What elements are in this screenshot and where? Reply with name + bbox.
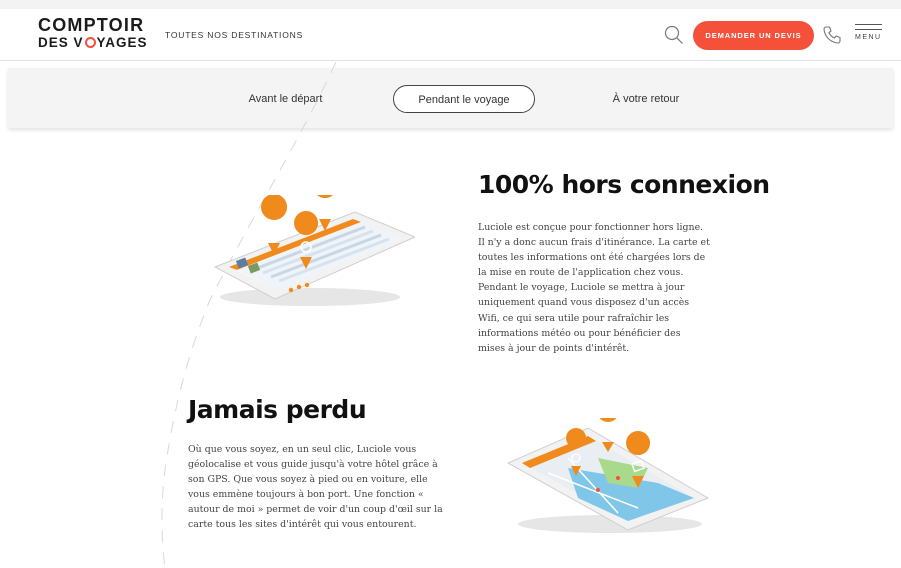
offline-app-phone-illustration xyxy=(213,195,415,306)
site-header: COMPTOIR DES V YAGES TOUTES NOS DESTINATI… xyxy=(0,9,901,61)
search-icon[interactable] xyxy=(663,24,685,46)
travel-phase-tabs: Avant le départ Pendant le voyage À votr… xyxy=(8,68,893,128)
tab-a-votre-retour[interactable]: À votre retour xyxy=(591,85,701,113)
browser-top-strip xyxy=(0,0,901,9)
brand-logo[interactable]: COMPTOIR DES V YAGES xyxy=(38,16,148,50)
logo-ring-icon xyxy=(84,37,96,48)
section-text-offline: Luciole est conçue pour fonctionner hors… xyxy=(478,222,710,354)
section-title-offline: 100% hors connexion xyxy=(478,170,770,199)
gps-map-phone-illustration xyxy=(506,418,710,533)
menu-label: MENU xyxy=(855,34,882,41)
logo-line-2: DES V YAGES xyxy=(38,35,148,50)
menu-button[interactable]: MENU xyxy=(855,24,884,52)
hamburger-icon xyxy=(855,24,882,25)
nav-all-destinations[interactable]: TOUTES NOS DESTINATIONS xyxy=(165,30,303,40)
phone-icon[interactable] xyxy=(821,24,843,46)
logo-line-1: COMPTOIR xyxy=(38,15,145,35)
request-quote-button[interactable]: DEMANDER UN DEVIS xyxy=(693,21,814,50)
tab-avant-le-depart[interactable]: Avant le départ xyxy=(228,85,343,113)
section-title-jamais-perdu: Jamais perdu xyxy=(188,395,367,424)
tab-pendant-le-voyage[interactable]: Pendant le voyage xyxy=(393,85,535,113)
section-text-jamais-perdu: Où que vous soyez, en un seul clic, Luci… xyxy=(188,444,443,531)
